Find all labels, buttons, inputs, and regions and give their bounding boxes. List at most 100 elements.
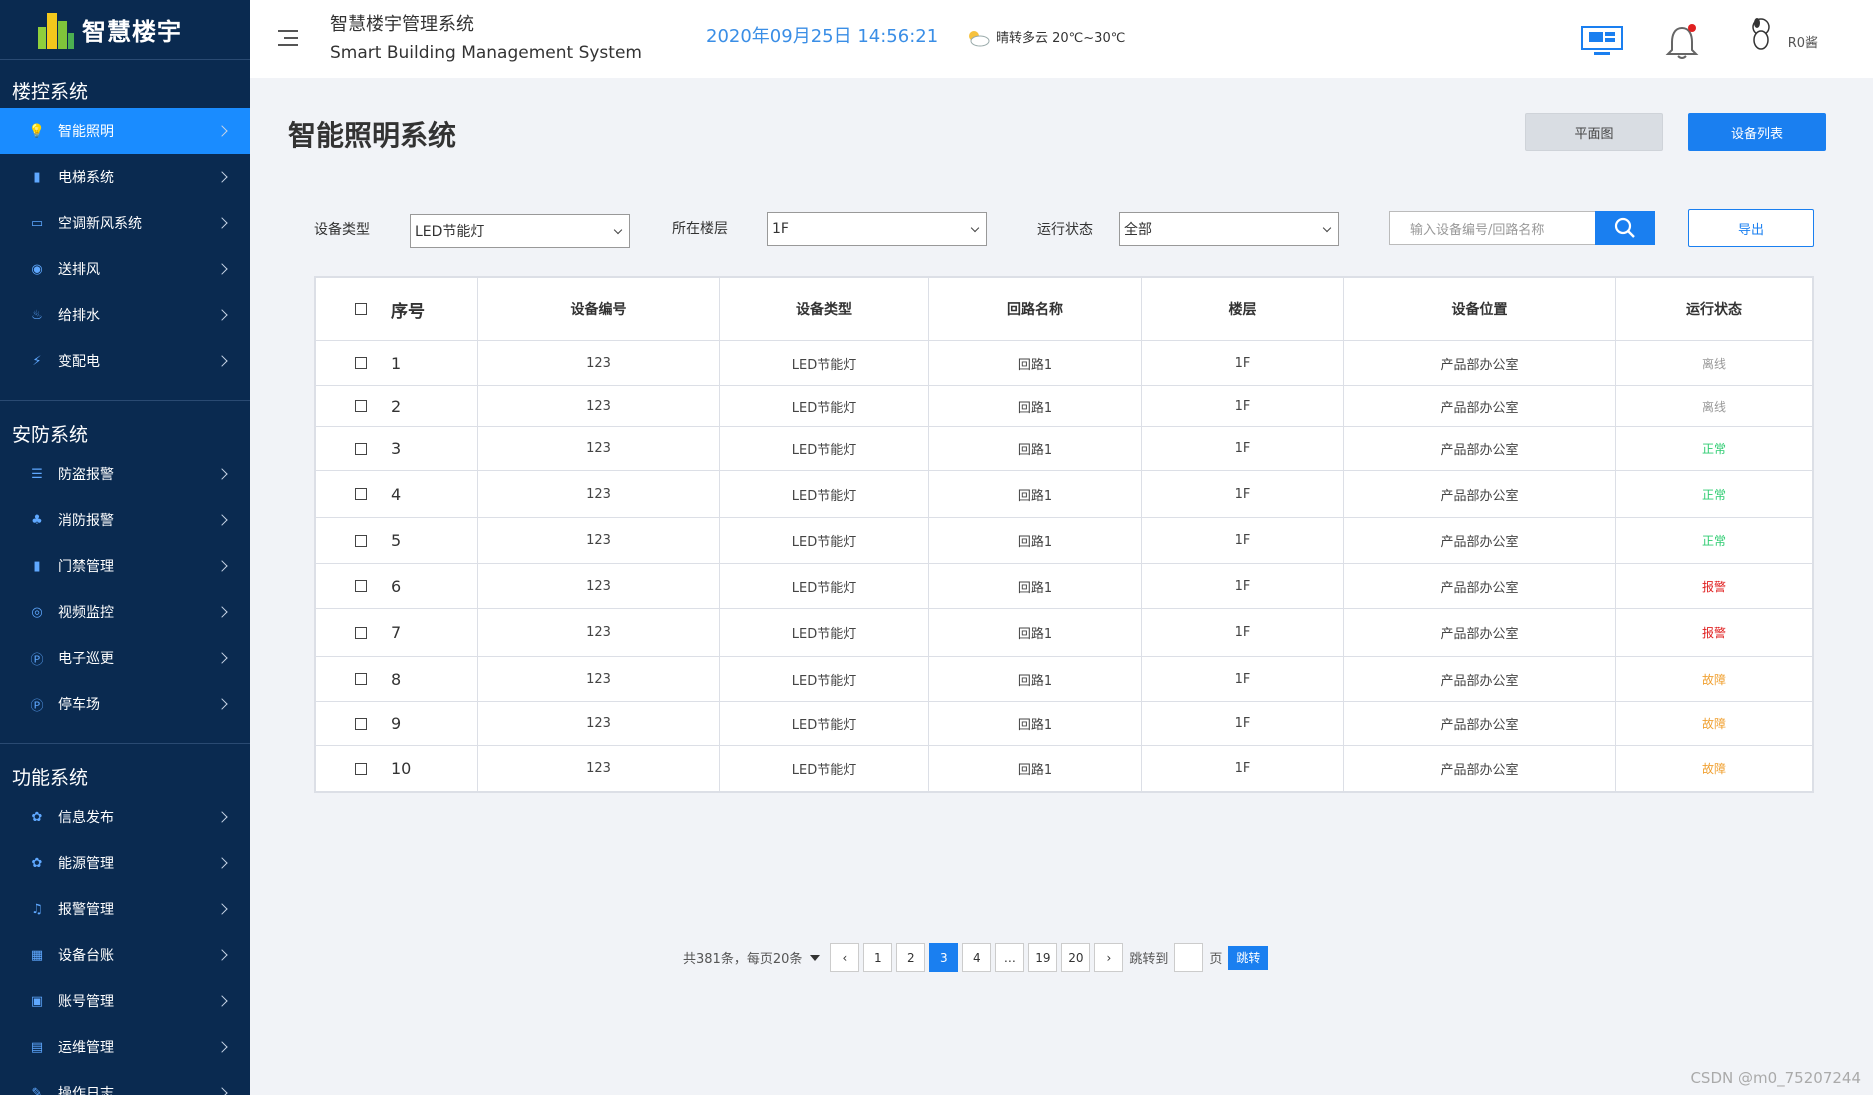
- page-button[interactable]: 3: [929, 943, 959, 972]
- col-circuit: 回路名称: [928, 277, 1142, 341]
- search-button[interactable]: [1595, 211, 1655, 245]
- chevron-right-icon: [216, 811, 228, 823]
- table-row[interactable]: 10 123 LED节能灯 回路1 1F 产品部办公室 故障: [315, 745, 1813, 792]
- sidebar-item-label: 消防报警: [58, 513, 114, 529]
- pagination-summary: 共381条，每页20条: [683, 952, 803, 967]
- floorplan-button[interactable]: 平面图: [1525, 113, 1663, 151]
- next-page-button[interactable]: ›: [1094, 943, 1124, 972]
- monitor-icon[interactable]: [1580, 24, 1624, 62]
- cell-circuit: 回路1: [928, 340, 1142, 386]
- chevron-right-icon: [216, 857, 228, 869]
- chevron-down-icon: [613, 225, 623, 235]
- table-row[interactable]: 8 123 LED节能灯 回路1 1F 产品部办公室 故障: [315, 656, 1813, 702]
- chevron-right-icon: [216, 171, 228, 183]
- fire-icon: ♣: [31, 512, 43, 528]
- cell-code: 123: [477, 745, 720, 792]
- row-checkbox[interactable]: [355, 717, 367, 730]
- jump-page-input[interactable]: [1174, 943, 1204, 972]
- sidebar-item[interactable]: Ⓟ 电子巡更: [0, 635, 250, 681]
- top-header: 智慧楼宇管理系统 Smart Building Management Syste…: [250, 0, 1873, 78]
- sidebar-item[interactable]: ✿ 信息发布: [0, 794, 250, 840]
- jump-button[interactable]: 跳转: [1228, 945, 1269, 970]
- cell-location: 产品部办公室: [1343, 517, 1616, 564]
- sidebar-item[interactable]: ☰ 防盗报警: [0, 451, 250, 497]
- sidebar-item[interactable]: ▭ 空调新风系统: [0, 200, 250, 246]
- row-checkbox[interactable]: [355, 580, 367, 592]
- device-list-button[interactable]: 设备列表: [1688, 113, 1826, 151]
- sidebar-item[interactable]: ♣ 消防报警: [0, 497, 250, 543]
- cell-location: 产品部办公室: [1343, 426, 1616, 471]
- sidebar-item[interactable]: ▦ 设备台账: [0, 932, 250, 978]
- page-button[interactable]: 20: [1061, 943, 1091, 972]
- sidebar-item-label: 送排风: [58, 262, 100, 278]
- user-name[interactable]: R0酱: [1788, 32, 1818, 51]
- page-button[interactable]: 2: [896, 943, 926, 972]
- row-checkbox[interactable]: [355, 626, 367, 639]
- cell-floor: 1F: [1141, 385, 1344, 427]
- table-row[interactable]: 4 123 LED节能灯 回路1 1F 产品部办公室 正常: [315, 470, 1813, 518]
- row-checkbox[interactable]: [355, 400, 367, 412]
- search-input[interactable]: 输入设备编号/回路名称: [1389, 211, 1597, 245]
- building-logo-icon: [38, 11, 74, 49]
- camera-icon: ◎: [31, 604, 43, 620]
- sidebar-item[interactable]: ♨ 给排水: [0, 292, 250, 338]
- row-checkbox[interactable]: [355, 762, 367, 775]
- avatar[interactable]: [1748, 18, 1774, 56]
- status-select[interactable]: 全部: [1119, 212, 1339, 246]
- chevron-right-icon: [216, 560, 228, 572]
- select-all-checkbox[interactable]: [355, 303, 367, 315]
- col-floor: 楼层: [1141, 277, 1344, 341]
- device-type-select[interactable]: LED节能灯: [410, 214, 630, 248]
- chevron-right-icon: [216, 1041, 228, 1053]
- cell-circuit: 回路1: [928, 745, 1142, 792]
- chevron-right-icon: [216, 652, 228, 664]
- export-button[interactable]: 导出: [1688, 209, 1814, 247]
- sidebar-item-label: 门禁管理: [58, 559, 114, 575]
- page-button[interactable]: 19: [1028, 943, 1058, 972]
- sidebar-item[interactable]: ◉ 送排风: [0, 246, 250, 292]
- cell-index: 7: [315, 608, 478, 657]
- sidebar-item[interactable]: ▤ 运维管理: [0, 1024, 250, 1070]
- table-row[interactable]: 9 123 LED节能灯 回路1 1F 产品部办公室 故障: [315, 701, 1813, 746]
- device-type-label: 设备类型: [314, 222, 370, 238]
- row-checkbox[interactable]: [355, 357, 367, 369]
- chevron-right-icon: [216, 949, 228, 961]
- sidebar-item[interactable]: ▮ 门禁管理: [0, 543, 250, 589]
- notification-bell-icon[interactable]: [1664, 22, 1700, 66]
- search-icon: [1614, 217, 1635, 238]
- page-size-dropdown[interactable]: [810, 954, 821, 961]
- page-button[interactable]: 4: [962, 943, 992, 972]
- table-row[interactable]: 7 123 LED节能灯 回路1 1F 产品部办公室 报警: [315, 608, 1813, 657]
- cell-code: 123: [477, 426, 720, 471]
- sidebar-item[interactable]: ⚡ 变配电: [0, 338, 250, 384]
- row-checkbox[interactable]: [355, 488, 367, 500]
- bell-icon: ♫: [31, 901, 43, 917]
- row-checkbox[interactable]: [355, 673, 367, 685]
- cell-index: 5: [315, 517, 478, 564]
- sidebar-item[interactable]: ♫ 报警管理: [0, 886, 250, 932]
- page-button[interactable]: …: [995, 943, 1025, 972]
- sidebar-item[interactable]: ▣ 账号管理: [0, 978, 250, 1024]
- table-row[interactable]: 6 123 LED节能灯 回路1 1F 产品部办公室 报警: [315, 563, 1813, 609]
- prev-page-button[interactable]: ‹: [830, 943, 860, 972]
- page-button[interactable]: 1: [863, 943, 893, 972]
- table-row[interactable]: 2 123 LED节能灯 回路1 1F 产品部办公室 离线: [315, 385, 1813, 427]
- sidebar-item[interactable]: ▮ 电梯系统: [0, 154, 250, 200]
- sidebar-item[interactable]: ✿ 能源管理: [0, 840, 250, 886]
- sidebar-item[interactable]: ◎ 视频监控: [0, 589, 250, 635]
- row-checkbox[interactable]: [355, 534, 367, 547]
- table-row[interactable]: 3 123 LED节能灯 回路1 1F 产品部办公室 正常: [315, 426, 1813, 471]
- table-row[interactable]: 1 123 LED节能灯 回路1 1F 产品部办公室 离线: [315, 340, 1813, 386]
- sidebar-item[interactable]: 💡 智能照明: [0, 108, 250, 154]
- cell-status: 报警: [1615, 608, 1813, 657]
- table-row[interactable]: 5 123 LED节能灯 回路1 1F 产品部办公室 正常: [315, 517, 1813, 564]
- row-checkbox[interactable]: [355, 442, 367, 455]
- list-icon: ☰: [31, 466, 43, 482]
- account-icon: ▣: [30, 993, 44, 1009]
- chevron-right-icon: [216, 995, 228, 1007]
- sidebar-item[interactable]: ✎ 操作日志: [0, 1070, 250, 1095]
- floor-select[interactable]: 1F: [767, 212, 987, 246]
- menu-toggle-icon[interactable]: [278, 30, 298, 46]
- sidebar-item[interactable]: Ⓟ 停车场: [0, 681, 250, 727]
- sidebar-item-label: 变配电: [58, 354, 100, 370]
